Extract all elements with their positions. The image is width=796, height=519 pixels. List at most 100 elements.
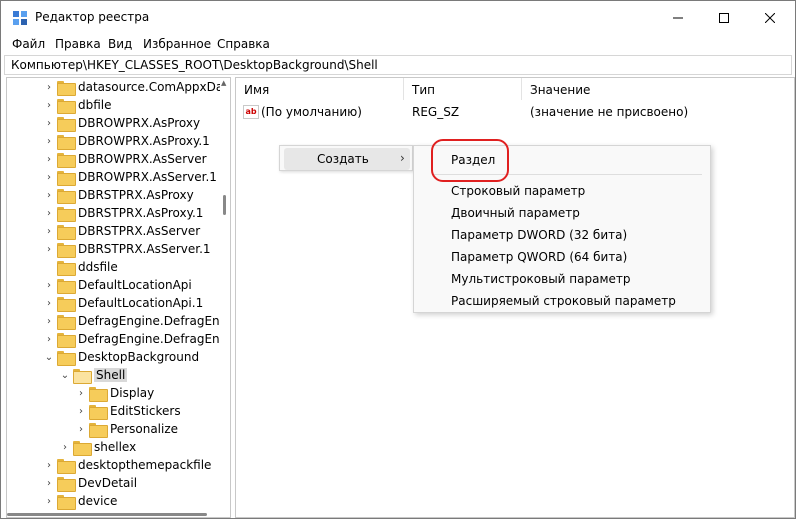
- tree-item-personalize[interactable]: › Personalize: [75, 420, 178, 438]
- tree-item-dbrowprx-asproxy-1[interactable]: › DBROWPRX.AsProxy.1: [43, 132, 210, 150]
- folder-icon: [57, 278, 76, 294]
- close-button[interactable]: [747, 1, 793, 35]
- address-bar[interactable]: Компьютер\HKEY_CLASSES_ROOT\DesktopBackg…: [4, 55, 792, 75]
- scrollbar-thumb[interactable]: [223, 195, 226, 215]
- window-title: Редактор реестра: [35, 10, 150, 24]
- chevron-right-icon[interactable]: ›: [43, 330, 55, 348]
- menu-edit[interactable]: Правка: [55, 37, 101, 51]
- menu-view[interactable]: Вид: [108, 37, 132, 51]
- submenu-binary-value[interactable]: Двоичный параметр: [451, 206, 580, 220]
- folder-icon: [57, 494, 76, 510]
- chevron-right-icon[interactable]: ›: [43, 132, 55, 150]
- maximize-button[interactable]: [701, 1, 747, 35]
- folder-icon: [73, 440, 92, 456]
- tree-item-defragengine-2[interactable]: › DefragEngine.DefragEngi: [43, 330, 230, 348]
- submenu-qword-value[interactable]: Параметр QWORD (64 бита): [451, 250, 627, 264]
- title-bar[interactable]: Редактор реестра: [1, 1, 795, 35]
- chevron-right-icon[interactable]: ›: [59, 438, 71, 456]
- submenu-multistring-value[interactable]: Мультистроковый параметр: [451, 272, 631, 286]
- tree-item-datasource[interactable]: › datasource.ComAppxDat: [43, 78, 228, 96]
- chevron-right-icon[interactable]: ›: [43, 204, 55, 222]
- chevron-right-icon: ›: [400, 151, 405, 165]
- folder-icon: [57, 260, 76, 276]
- menu-help[interactable]: Справка: [217, 37, 270, 51]
- column-header-value[interactable]: Значение: [522, 78, 792, 100]
- row-type: REG_SZ: [412, 105, 460, 119]
- folder-icon: [57, 296, 76, 312]
- column-header-type[interactable]: Тип: [404, 78, 522, 100]
- chevron-right-icon[interactable]: ›: [43, 114, 55, 132]
- row-name[interactable]: (По умолчанию): [261, 105, 362, 119]
- tree-item-defaultlocationapi-1[interactable]: › DefaultLocationApi.1: [43, 294, 203, 312]
- tree-item-dbrowprx-asserver-1[interactable]: › DBROWPRX.AsServer.1: [43, 168, 217, 186]
- chevron-right-icon[interactable]: ›: [43, 168, 55, 186]
- tree-item-defaultlocationapi[interactable]: › DefaultLocationApi: [43, 276, 192, 294]
- column-header-name[interactable]: Имя: [236, 78, 404, 100]
- chevron-right-icon[interactable]: ›: [43, 240, 55, 258]
- chevron-down-icon[interactable]: ⌄: [43, 348, 55, 366]
- menu-favorites[interactable]: Избранное: [143, 37, 211, 51]
- folder-icon: [57, 188, 76, 204]
- context-menu-create[interactable]: Создать ›: [284, 148, 410, 170]
- tree-item-devdetail[interactable]: › DevDetail: [43, 474, 137, 492]
- chevron-right-icon[interactable]: ›: [43, 474, 55, 492]
- chevron-right-icon[interactable]: ›: [43, 78, 55, 96]
- ab-string-icon: ab: [243, 105, 259, 119]
- chevron-right-icon[interactable]: ›: [43, 96, 55, 114]
- chevron-right-icon[interactable]: ›: [75, 384, 87, 402]
- chevron-right-icon[interactable]: ›: [43, 492, 55, 510]
- key-tree-pane[interactable]: › datasource.ComAppxDat › dbfile › DBROWPRX…: [6, 77, 231, 518]
- tree-item-ddsfile[interactable]: ddsfile: [43, 258, 118, 276]
- address-path: Компьютер\HKEY_CLASSES_ROOT\DesktopBackg…: [11, 58, 378, 72]
- tree-item-dbrstprx-asserver-1[interactable]: › DBRSTPRX.AsServer.1: [43, 240, 211, 258]
- tree-item-device[interactable]: › device: [43, 492, 117, 510]
- folder-icon: [57, 98, 76, 114]
- submenu-string-value[interactable]: Строковый параметр: [451, 184, 585, 198]
- tree-item-editstickers[interactable]: › EditStickers: [75, 402, 181, 420]
- folder-icon: [57, 134, 76, 150]
- chevron-right-icon[interactable]: ›: [43, 276, 55, 294]
- folder-open-icon: [57, 350, 76, 366]
- tree-item-desktopthemepackfile[interactable]: › desktopthemepackfile: [43, 456, 211, 474]
- chevron-right-icon[interactable]: ›: [75, 402, 87, 420]
- tree-item-defragengine-1[interactable]: › DefragEngine.DefragEngi: [43, 312, 230, 330]
- menu-file[interactable]: Файл: [12, 37, 45, 51]
- chevron-right-icon[interactable]: ›: [43, 294, 55, 312]
- tree-item-dbrstprx-asproxy[interactable]: › DBRSTPRX.AsProxy: [43, 186, 194, 204]
- tree-item-dbrstprx-asserver[interactable]: › DBRSTPRX.AsServer: [43, 222, 200, 240]
- tree-item-shellex[interactable]: › shellex: [59, 438, 136, 456]
- minimize-button[interactable]: [655, 1, 701, 35]
- tree-horizontal-scrollbar-thumb[interactable]: [7, 513, 207, 516]
- tree-item-desktopbackground[interactable]: ⌄ DesktopBackground: [43, 348, 199, 366]
- chevron-right-icon[interactable]: ›: [43, 186, 55, 204]
- tree-item-dbrstprx-asproxy-1[interactable]: › DBRSTPRX.AsProxy.1: [43, 204, 203, 222]
- registry-editor-window: Редактор реестра Файл Правка Вид Избранн…: [0, 0, 796, 519]
- folder-icon: [57, 152, 76, 168]
- chevron-right-icon[interactable]: ›: [75, 420, 87, 438]
- scroll-up-arrow-icon[interactable]: ▲: [221, 79, 226, 87]
- submenu-expandable-string-value[interactable]: Расширяемый строковый параметр: [451, 294, 676, 308]
- minimize-icon: [673, 17, 683, 19]
- submenu-dword-value[interactable]: Параметр DWORD (32 бита): [451, 228, 627, 242]
- folder-icon: [89, 422, 108, 438]
- tree-item-shell[interactable]: ⌄ Shell: [59, 366, 128, 384]
- tree-item-dbfile[interactable]: › dbfile: [43, 96, 112, 114]
- menu-bar: Файл Правка Вид Избранное Справка: [1, 35, 795, 55]
- folder-icon: [57, 80, 76, 96]
- chevron-right-icon[interactable]: ›: [43, 456, 55, 474]
- maximize-icon: [719, 13, 729, 23]
- folder-icon: [57, 242, 76, 258]
- folder-icon: [57, 476, 76, 492]
- chevron-down-icon[interactable]: ⌄: [59, 366, 71, 384]
- context-menu: Создать ›: [279, 145, 413, 171]
- tree-vertical-scrollbar[interactable]: ▲: [220, 78, 230, 517]
- tree-item-dbrowprx-asserver[interactable]: › DBROWPRX.AsServer: [43, 150, 207, 168]
- chevron-right-icon[interactable]: ›: [43, 312, 55, 330]
- folder-icon: [57, 332, 76, 348]
- folder-icon: [57, 170, 76, 186]
- chevron-right-icon[interactable]: ›: [43, 150, 55, 168]
- tree-item-display[interactable]: › Display: [75, 384, 154, 402]
- chevron-right-icon[interactable]: ›: [43, 222, 55, 240]
- folder-icon: [57, 224, 76, 240]
- tree-item-dbrowprx-asproxy[interactable]: › DBROWPRX.AsProxy: [43, 114, 200, 132]
